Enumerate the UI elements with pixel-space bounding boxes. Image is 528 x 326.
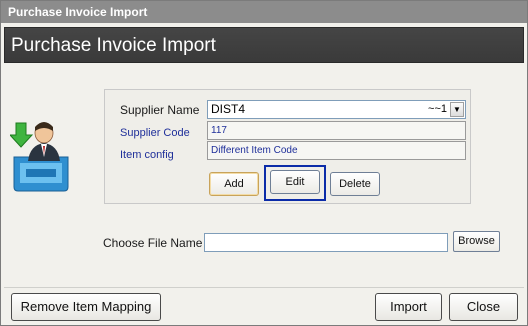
import-button[interactable]: Import (375, 293, 442, 321)
close-button[interactable]: Close (449, 293, 518, 321)
window-titlebar: Purchase Invoice Import (1, 1, 527, 23)
supplier-code-label: Supplier Code (120, 127, 190, 139)
user-download-icon (8, 113, 72, 193)
browse-button[interactable]: Browse (453, 231, 500, 252)
delete-button[interactable]: Delete (330, 172, 380, 196)
choose-file-label: Choose File Name (103, 236, 203, 250)
item-config-field: Different Item Code (207, 141, 466, 160)
chevron-down-icon[interactable]: ▼ (450, 102, 464, 117)
supplier-name-suffix: ~~1 (428, 103, 447, 115)
edit-button[interactable]: Edit (270, 170, 320, 194)
page-title: Purchase Invoice Import (4, 27, 524, 63)
item-config-label: Item config (120, 149, 174, 161)
remove-item-mapping-button[interactable]: Remove Item Mapping (11, 293, 161, 321)
supplier-code-field: 117 (207, 121, 466, 140)
purchase-invoice-import-window: Purchase Invoice Import Purchase Invoice… (0, 0, 528, 326)
file-name-input[interactable] (204, 233, 448, 252)
supplier-name-select[interactable]: DIST4 ~~1 ▼ (207, 100, 466, 119)
supplier-name-value: DIST4 (211, 102, 246, 116)
add-button[interactable]: Add (209, 172, 259, 196)
supplier-name-label: Supplier Name (120, 103, 200, 117)
footer-divider (4, 287, 524, 288)
